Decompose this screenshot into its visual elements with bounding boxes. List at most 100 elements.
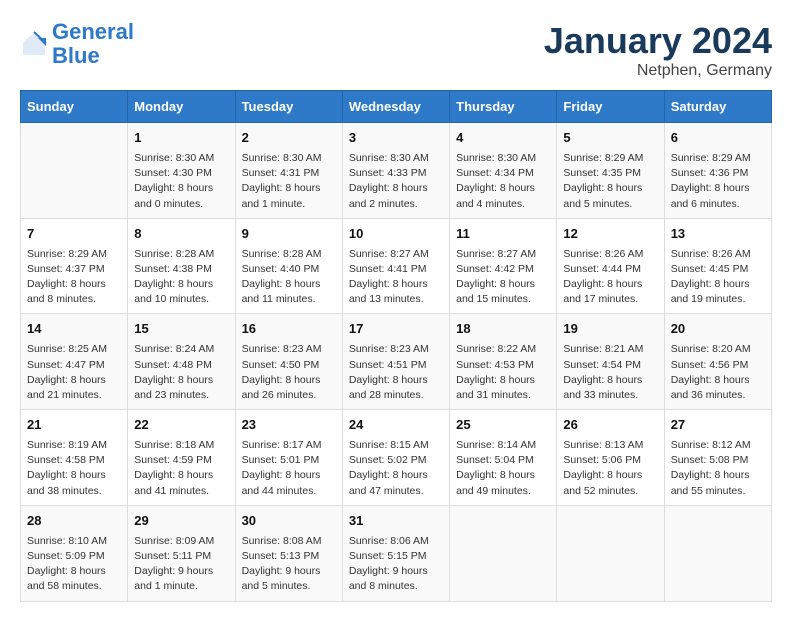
page-header: General Blue January 2024 Netphen, Germa…: [20, 20, 772, 80]
day-cell: 22Sunrise: 8:18 AMSunset: 4:59 PMDayligh…: [128, 410, 235, 506]
location: Netphen, Germany: [544, 62, 772, 80]
day-info: Sunrise: 8:28 AMSunset: 4:40 PMDaylight:…: [242, 247, 336, 308]
day-info: Sunrise: 8:28 AMSunset: 4:38 PMDaylight:…: [134, 247, 228, 308]
day-cell: 14 Sunrise: 8:25 AMSunset: 4:47 PMDayligh…: [21, 314, 128, 410]
title-block: January 2024 Netphen, Germany: [544, 20, 772, 80]
day-cell: 8 Sunrise: 8:28 AMSunset: 4:38 PMDaylight…: [128, 218, 235, 314]
day-info: Sunrise: 8:08 AMSunset: 5:13 PMDaylight:…: [242, 534, 336, 595]
day-number: 5: [563, 129, 657, 148]
day-number: 3: [349, 129, 443, 148]
header-day-sunday: Sunday: [21, 91, 128, 123]
week-row-3: 14 Sunrise: 8:25 AMSunset: 4:47 PMDayligh…: [21, 314, 772, 410]
day-info: Sunrise: 8:25 AMSunset: 4:47 PMDaylight:…: [27, 342, 121, 403]
day-number: 27: [671, 416, 765, 435]
day-cell: [557, 505, 664, 601]
header-day-saturday: Saturday: [664, 91, 771, 123]
day-cell: 10Sunrise: 8:27 AMSunset: 4:41 PMDayligh…: [342, 218, 449, 314]
calendar-header-row: SundayMondayTuesdayWednesdayThursdayFrid…: [21, 91, 772, 123]
day-number: 9: [242, 225, 336, 244]
day-cell: 9 Sunrise: 8:28 AMSunset: 4:40 PMDaylight…: [235, 218, 342, 314]
day-info: Sunrise: 8:29 AMSunset: 4:36 PMDaylight:…: [671, 151, 765, 212]
day-number: 8: [134, 225, 228, 244]
logo-line2: Blue: [52, 44, 134, 68]
logo: General Blue: [20, 20, 134, 68]
header-day-monday: Monday: [128, 91, 235, 123]
day-number: 28: [27, 512, 121, 531]
day-cell: 23Sunrise: 8:17 AMSunset: 5:01 PMDayligh…: [235, 410, 342, 506]
day-cell: 21 Sunrise: 8:19 AMSunset: 4:58 PMDayligh…: [21, 410, 128, 506]
day-number: 11: [456, 225, 550, 244]
day-info: Sunrise: 8:23 AMSunset: 4:51 PMDaylight:…: [349, 342, 443, 403]
logo-icon: [20, 30, 48, 58]
day-cell: 31 Sunrise: 8:06 AMSunset: 5:15 PMDayligh…: [342, 505, 449, 601]
day-cell: 13 Sunrise: 8:26 AMSunset: 4:45 PMDayligh…: [664, 218, 771, 314]
header-day-wednesday: Wednesday: [342, 91, 449, 123]
day-number: 2: [242, 129, 336, 148]
day-cell: 25 Sunrise: 8:14 AMSunset: 5:04 PMDayligh…: [450, 410, 557, 506]
day-number: 17: [349, 320, 443, 339]
day-info: Sunrise: 8:14 AMSunset: 5:04 PMDaylight:…: [456, 438, 550, 499]
day-number: 26: [563, 416, 657, 435]
day-cell: 6 Sunrise: 8:29 AMSunset: 4:36 PMDaylight…: [664, 123, 771, 219]
day-cell: 4 Sunrise: 8:30 AMSunset: 4:34 PMDaylight…: [450, 123, 557, 219]
day-number: 25: [456, 416, 550, 435]
day-cell: 7Sunrise: 8:29 AMSunset: 4:37 PMDaylight…: [21, 218, 128, 314]
day-number: 4: [456, 129, 550, 148]
day-info: Sunrise: 8:30 AMSunset: 4:31 PMDaylight:…: [242, 151, 336, 212]
week-row-2: 7Sunrise: 8:29 AMSunset: 4:37 PMDaylight…: [21, 218, 772, 314]
week-row-4: 21 Sunrise: 8:19 AMSunset: 4:58 PMDayligh…: [21, 410, 772, 506]
day-cell: 5 Sunrise: 8:29 AMSunset: 4:35 PMDaylight…: [557, 123, 664, 219]
header-day-friday: Friday: [557, 91, 664, 123]
day-info: Sunrise: 8:24 AMSunset: 4:48 PMDaylight:…: [134, 342, 228, 403]
day-info: Sunrise: 8:30 AMSunset: 4:34 PMDaylight:…: [456, 151, 550, 212]
day-cell: [450, 505, 557, 601]
day-info: Sunrise: 8:23 AMSunset: 4:50 PMDaylight:…: [242, 342, 336, 403]
day-info: Sunrise: 8:19 AMSunset: 4:58 PMDaylight:…: [27, 438, 121, 499]
day-cell: 16Sunrise: 8:23 AMSunset: 4:50 PMDayligh…: [235, 314, 342, 410]
day-cell: 3 Sunrise: 8:30 AMSunset: 4:33 PMDaylight…: [342, 123, 449, 219]
logo-line1: General: [52, 20, 134, 44]
day-info: Sunrise: 8:15 AMSunset: 5:02 PMDaylight:…: [349, 438, 443, 499]
day-number: 19: [563, 320, 657, 339]
day-info: Sunrise: 8:26 AMSunset: 4:44 PMDaylight:…: [563, 247, 657, 308]
day-info: Sunrise: 8:29 AMSunset: 4:35 PMDaylight:…: [563, 151, 657, 212]
day-number: 13: [671, 225, 765, 244]
day-number: 14: [27, 320, 121, 339]
day-cell: 12Sunrise: 8:26 AMSunset: 4:44 PMDayligh…: [557, 218, 664, 314]
day-number: 29: [134, 512, 228, 531]
day-number: 1: [134, 129, 228, 148]
day-number: 23: [242, 416, 336, 435]
day-number: 6: [671, 129, 765, 148]
day-info: Sunrise: 8:06 AMSunset: 5:15 PMDaylight:…: [349, 534, 443, 595]
day-cell: 1 Sunrise: 8:30 AMSunset: 4:30 PMDaylight…: [128, 123, 235, 219]
day-number: 31: [349, 512, 443, 531]
day-info: Sunrise: 8:21 AMSunset: 4:54 PMDaylight:…: [563, 342, 657, 403]
day-cell: 19 Sunrise: 8:21 AMSunset: 4:54 PMDayligh…: [557, 314, 664, 410]
day-cell: 15 Sunrise: 8:24 AMSunset: 4:48 PMDayligh…: [128, 314, 235, 410]
day-cell: 27 Sunrise: 8:12 AMSunset: 5:08 PMDayligh…: [664, 410, 771, 506]
day-number: 21: [27, 416, 121, 435]
header-day-tuesday: Tuesday: [235, 91, 342, 123]
day-info: Sunrise: 8:12 AMSunset: 5:08 PMDaylight:…: [671, 438, 765, 499]
day-cell: 11 Sunrise: 8:27 AMSunset: 4:42 PMDayligh…: [450, 218, 557, 314]
day-cell: 24Sunrise: 8:15 AMSunset: 5:02 PMDayligh…: [342, 410, 449, 506]
week-row-5: 28Sunrise: 8:10 AMSunset: 5:09 PMDayligh…: [21, 505, 772, 601]
day-number: 30: [242, 512, 336, 531]
day-info: Sunrise: 8:27 AMSunset: 4:42 PMDaylight:…: [456, 247, 550, 308]
day-info: Sunrise: 8:30 AMSunset: 4:33 PMDaylight:…: [349, 151, 443, 212]
day-number: 7: [27, 225, 121, 244]
day-cell: 29 Sunrise: 8:09 AMSunset: 5:11 PMDayligh…: [128, 505, 235, 601]
week-row-1: 1 Sunrise: 8:30 AMSunset: 4:30 PMDaylight…: [21, 123, 772, 219]
day-info: Sunrise: 8:26 AMSunset: 4:45 PMDaylight:…: [671, 247, 765, 308]
month-title: January 2024: [544, 20, 772, 62]
day-cell: [664, 505, 771, 601]
day-cell: [21, 123, 128, 219]
day-info: Sunrise: 8:13 AMSunset: 5:06 PMDaylight:…: [563, 438, 657, 499]
day-number: 20: [671, 320, 765, 339]
day-cell: 17 Sunrise: 8:23 AMSunset: 4:51 PMDayligh…: [342, 314, 449, 410]
day-info: Sunrise: 8:09 AMSunset: 5:11 PMDaylight:…: [134, 534, 228, 595]
day-info: Sunrise: 8:30 AMSunset: 4:30 PMDaylight:…: [134, 151, 228, 212]
day-number: 15: [134, 320, 228, 339]
day-cell: 30 Sunrise: 8:08 AMSunset: 5:13 PMDayligh…: [235, 505, 342, 601]
day-info: Sunrise: 8:20 AMSunset: 4:56 PMDaylight:…: [671, 342, 765, 403]
